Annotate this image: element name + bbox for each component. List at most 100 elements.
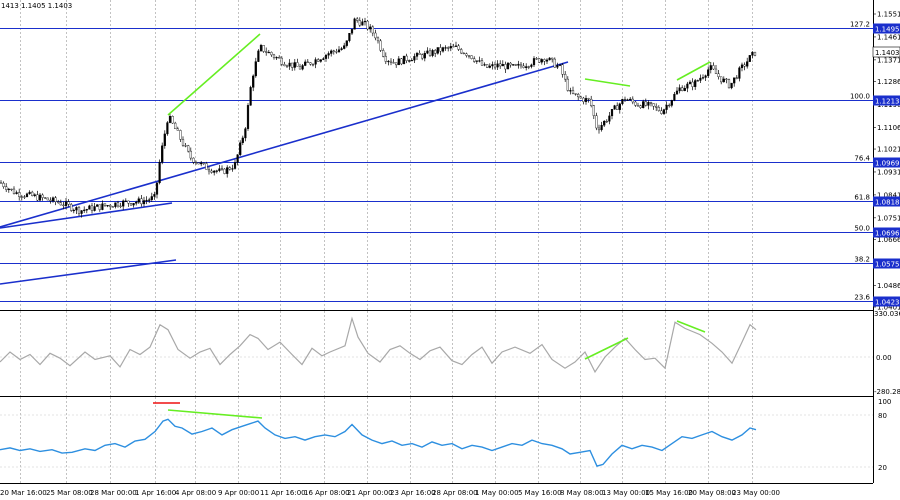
fib-price-label: 1.0696: [875, 230, 900, 238]
candle-body: [158, 161, 161, 184]
candle-body: [374, 32, 377, 39]
candle-body: [551, 57, 554, 60]
candle-body: [36, 194, 39, 201]
candle-body: [467, 55, 471, 57]
candle-body: [220, 168, 224, 170]
candle-body: [379, 40, 382, 51]
candle-body: [233, 162, 237, 169]
price-chart[interactable]: 127.2 100.0 76.4 61.8 50.0 38.2 23.6 1413 1.14…: [0, 0, 900, 500]
candle-body: [223, 168, 226, 174]
candle-body: [421, 54, 424, 59]
time-label: 20 Mar 16:00: [0, 489, 47, 497]
candle-body: [449, 46, 452, 49]
candle-body: [686, 83, 689, 89]
candle-body: [28, 191, 31, 195]
rsi-line: [0, 418, 757, 467]
price-label: 1.1551: [877, 11, 900, 19]
time-labels: 20 Mar 16:00 25 Mar 08:0028 Mar 00:001 Ap…: [0, 489, 780, 497]
candle-body: [569, 90, 572, 92]
candle-body: [155, 182, 159, 195]
candle-body: [213, 170, 216, 173]
candle-body: [709, 65, 712, 70]
candle-body: [673, 93, 676, 101]
candle-body: [639, 105, 642, 108]
candle-body: [699, 77, 702, 81]
candle-body: [64, 201, 68, 206]
time-label: 11 Apr 16:00: [260, 489, 306, 497]
candle-body: [621, 98, 624, 105]
cci-bottom-label: -280.284: [874, 388, 900, 396]
candle-body: [168, 116, 172, 123]
time-label: 1 Apr 16:00: [135, 489, 176, 497]
candle-body: [389, 60, 393, 63]
time-axis[interactable]: 20 Mar 16:00 25 Mar 08:0028 Mar 00:001 Ap…: [0, 483, 873, 500]
candle-body: [59, 202, 62, 206]
candle-body: [408, 60, 411, 62]
price-label: 1.1021: [877, 146, 900, 154]
candle-body: [623, 98, 627, 101]
candle-body: [478, 60, 481, 62]
candle-body: [174, 122, 177, 130]
rsi-label-20: 20: [878, 464, 887, 472]
ohlc-readout: 1413 1.1405 1.1403: [1, 2, 72, 10]
time-label: 16 Apr 08:00: [304, 489, 350, 497]
oscillator-pane-rsi: [0, 397, 873, 483]
rsi-divergence-line[interactable]: [167, 409, 263, 419]
candle-body: [540, 59, 543, 63]
candle-body: [153, 194, 156, 197]
candle-body: [371, 26, 374, 34]
candle-body: [25, 193, 29, 197]
candle-body: [493, 64, 497, 68]
fib-level-name: 23.6: [854, 294, 870, 302]
candle-body: [525, 66, 528, 68]
candle-body: [519, 63, 523, 67]
candle-body: [662, 109, 666, 114]
candle-body: [746, 61, 749, 67]
candle-body: [142, 200, 146, 205]
candle-body: [189, 150, 192, 159]
candle-body: [400, 58, 403, 65]
candle-body: [194, 162, 198, 164]
candle-body: [83, 209, 86, 211]
fib-level-name: 100.0: [850, 93, 870, 101]
candle-body: [610, 109, 614, 117]
cci-line: [0, 316, 757, 374]
cci-top-label: 330.0361: [874, 310, 900, 318]
candle-body: [475, 60, 478, 62]
price-axis[interactable]: 1.15511.14611.13711.12861.11961.11061.10…: [872, 0, 900, 500]
candle-body: [319, 59, 322, 62]
candle-body: [72, 209, 75, 212]
time-label: 23 Apr 16:00: [390, 489, 436, 497]
candle-body: [595, 115, 598, 129]
candle-body: [132, 203, 135, 206]
candle-body: [376, 37, 380, 42]
candle-body: [462, 52, 465, 55]
candle-body: [85, 209, 88, 211]
price-label: 1.1461: [877, 33, 900, 41]
time-label: 21 Apr 00:00: [347, 489, 393, 497]
candle-body: [122, 200, 125, 207]
candle-body: [413, 56, 416, 61]
candle-body: [145, 199, 148, 202]
fib-level-name: 61.8: [854, 194, 870, 202]
candle-body: [382, 50, 385, 57]
candle-body: [254, 61, 257, 77]
candle-body: [77, 207, 81, 214]
candle-body: [499, 63, 502, 67]
candle-body: [444, 47, 447, 49]
fib-level-name: 50.0: [854, 225, 870, 233]
time-label: 28 Apr 08:00: [432, 489, 478, 497]
candle-body: [486, 64, 489, 68]
candle-body: [7, 188, 10, 191]
candle-body: [558, 64, 562, 66]
candle-body: [10, 188, 13, 191]
price-label: 1.1371: [877, 56, 900, 64]
time-label: 8 May 08:00: [560, 489, 604, 497]
candle-body: [184, 145, 187, 147]
candle-body: [330, 50, 333, 54]
candle-body: [668, 104, 671, 107]
candle-body: [452, 46, 455, 48]
candle-body: [465, 53, 468, 56]
candle-body: [688, 81, 692, 85]
candle-body: [704, 75, 707, 78]
